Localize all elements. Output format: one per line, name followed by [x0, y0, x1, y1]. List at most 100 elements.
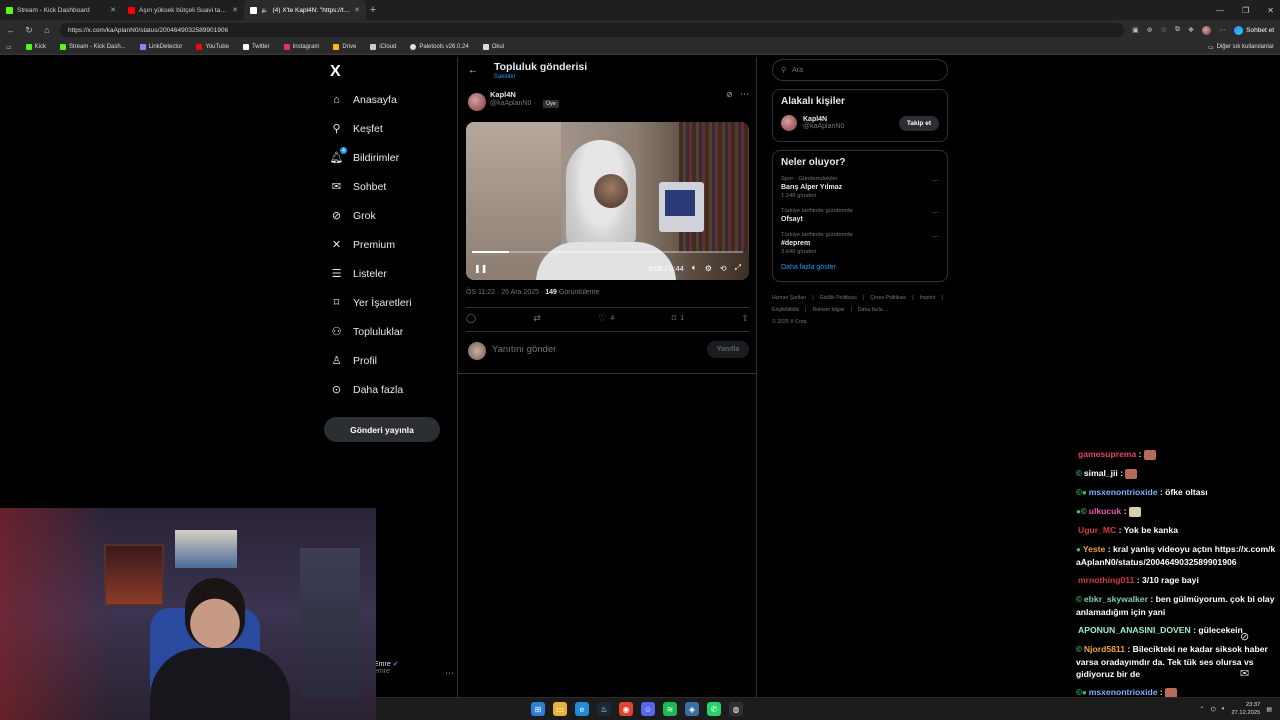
back-arrow-icon[interactable]: ←: [468, 65, 478, 76]
author-avatar[interactable]: [468, 93, 486, 111]
network-icon[interactable]: ⌬: [1210, 706, 1215, 713]
share-button[interactable]: ⇪: [741, 313, 749, 324]
volume-icon[interactable]: 🔈︎: [1222, 706, 1226, 713]
url-field[interactable]: https://x.com/kaAplanN0/status/200464903…: [60, 23, 1125, 37]
settings-icon[interactable]: ⚙: [705, 264, 712, 273]
trend-item[interactable]: Spor · Gündemdekiler Barış Alper Yılmaz …: [781, 176, 939, 199]
grok-icon[interactable]: ⊘: [1240, 630, 1249, 643]
minimize-icon[interactable]: —: [1216, 6, 1224, 15]
footer-link-ads[interactable]: Reklam bilgisi: [812, 304, 844, 316]
related-person[interactable]: Kapl4N @kaAplanN0 Takip et: [781, 115, 939, 131]
repost-button[interactable]: ⇄: [533, 313, 541, 324]
browser-tab-youtube[interactable]: Aşırı yüksek bütçeli Suavi taklidi - ✕: [122, 0, 244, 20]
bookmark-instagram[interactable]: Instagram: [283, 44, 319, 50]
bookmark-okul[interactable]: Okul: [482, 44, 504, 50]
more-icon[interactable]: ⋯: [931, 208, 939, 217]
new-tab-button[interactable]: +: [366, 4, 380, 16]
copilot-chat-button[interactable]: Sohbet et: [1234, 25, 1274, 35]
volume-icon[interactable]: 🔈︎: [692, 263, 697, 273]
whatsapp-icon[interactable]: ✆: [707, 702, 721, 716]
community-link[interactable]: Sakinler: [494, 74, 516, 80]
post-timestamp[interactable]: ÖS 11:22 · 26 Ara 2025 ·: [466, 289, 543, 296]
show-more-link[interactable]: Daha fazla göster: [781, 264, 939, 275]
nav-item-notifications[interactable]: 🔔︎ 4 Bildirimler: [330, 147, 399, 164]
x-logo[interactable]: X: [330, 63, 341, 81]
footer-link-privacy[interactable]: Gizlilik Politikası: [820, 292, 857, 304]
trend-item[interactable]: Türkiye tarihinde gündemde Ofsayt ⋯: [781, 208, 939, 223]
follow-button[interactable]: Takip et: [898, 115, 939, 131]
windows-start-icon[interactable]: ⊞: [531, 702, 545, 716]
footer-link-more[interactable]: Daha fazla ...: [858, 304, 889, 316]
spotify-icon[interactable]: ≋: [663, 702, 677, 716]
bookmark-youtube[interactable]: YouTube: [196, 44, 229, 50]
tray-chevron-icon[interactable]: ⌃: [1199, 706, 1204, 713]
chrome-icon[interactable]: ◉: [619, 702, 633, 716]
settings-more-icon[interactable]: ⋯: [1219, 26, 1226, 34]
footer-link-accessibility[interactable]: Erişilebilirlik: [772, 304, 799, 316]
bookmark-icloud[interactable]: iCloud: [370, 44, 396, 50]
like-button[interactable]: ♡ 4: [598, 313, 614, 324]
account-switcher[interactable]: Emre ✔ emre ⋯: [374, 660, 454, 678]
avatar[interactable]: [781, 115, 797, 131]
bookmark-linkdetector[interactable]: LinkDetector: [139, 44, 182, 50]
nav-item-messages[interactable]: ✉ Sohbet: [330, 180, 386, 194]
edge-browser-icon[interactable]: e: [575, 702, 589, 716]
video-player[interactable]: ❚❚ 0:06 / 0:44 🔈︎ ⚙ ⟲ ⤢: [466, 122, 749, 280]
other-bookmarks[interactable]: ▭ Diğer sık kullanılanlar: [1208, 44, 1274, 51]
message-icon[interactable]: ✉: [1240, 667, 1249, 680]
bookmark-kick-dashboard[interactable]: Stream - Kick Dash...: [60, 44, 126, 50]
nav-item-home[interactable]: ⌂ Anasayfa: [330, 93, 397, 106]
nav-item-grok[interactable]: ⊘ Grok: [330, 209, 376, 223]
more-icon[interactable]: ⋯: [931, 176, 939, 185]
browser-tab-x[interactable]: 🔈 (4) X'te Kapl4N: "https://t.co/i ✕: [244, 0, 366, 20]
reply-button[interactable]: ◯: [466, 313, 476, 324]
notification-icon[interactable]: ▤: [1266, 706, 1272, 713]
system-clock[interactable]: 23:37 27.12.2025: [1231, 701, 1260, 717]
nav-item-explore[interactable]: ⚲ Keşfet: [330, 122, 382, 136]
browser-tab-kick[interactable]: Stream - Kick Dashboard ✕: [0, 0, 122, 20]
reply-submit-button[interactable]: Yanıtla: [707, 341, 749, 358]
close-icon[interactable]: ✕: [232, 6, 238, 14]
pause-icon[interactable]: ❚❚: [474, 264, 487, 273]
more-icon[interactable]: ⋯: [740, 89, 749, 100]
footer-link-cookies[interactable]: Çerez Politikası: [870, 292, 906, 304]
nav-item-more[interactable]: ⊙ Daha fazla: [330, 383, 403, 397]
nav-item-premium[interactable]: ✕ Premium: [330, 238, 395, 252]
footer-link-imprint[interactable]: Imprint: [920, 292, 936, 304]
favorite-star-icon[interactable]: ☆: [1161, 26, 1167, 34]
more-icon[interactable]: ⋯: [931, 232, 939, 241]
discord-icon[interactable]: ☺: [641, 702, 655, 716]
collections-icon[interactable]: ❖: [1188, 26, 1194, 34]
bookmark-folder-icon[interactable]: ▭: [6, 44, 12, 51]
refresh-icon[interactable]: ↻: [24, 25, 34, 36]
close-window-icon[interactable]: ✕: [1267, 6, 1274, 15]
bookmark-drive[interactable]: Drive: [333, 44, 356, 50]
nav-item-profile[interactable]: ♙ Profil: [330, 354, 377, 368]
close-icon[interactable]: ✕: [354, 6, 360, 14]
maximize-icon[interactable]: ❐: [1242, 6, 1249, 15]
nav-item-lists[interactable]: ☰ Listeler: [330, 267, 387, 281]
author-handle[interactable]: @kaAplanN0 ·: [490, 100, 536, 107]
author-name[interactable]: Kapl4N: [490, 90, 516, 99]
profile-avatar[interactable]: [1202, 25, 1212, 35]
footer-link-terms[interactable]: Hizmet Şartları: [772, 292, 806, 304]
reader-icon[interactable]: ▣: [1132, 26, 1139, 34]
trend-item[interactable]: Türkiye tarihinde gündemde #deprem 3.646…: [781, 232, 939, 255]
grok-explain-icon[interactable]: ⊘: [726, 90, 733, 99]
bookmark-paletools[interactable]: Paletools v26.0.24: [410, 44, 469, 50]
bookmark-twitter[interactable]: Twitter: [242, 44, 270, 50]
related-name[interactable]: Kapl4N: [803, 116, 844, 123]
app-icon[interactable]: ◈: [685, 702, 699, 716]
nav-item-bookmarks[interactable]: ⌑ Yer İşaretleri: [330, 296, 412, 310]
post-button[interactable]: Gönderi yayınla: [324, 417, 440, 442]
zoom-icon[interactable]: ⊕: [1147, 26, 1153, 34]
video-progress-bar[interactable]: [472, 251, 743, 253]
back-icon[interactable]: ←: [6, 25, 16, 35]
loop-icon[interactable]: ⟲: [720, 264, 727, 273]
speaker-icon[interactable]: 🔈: [261, 7, 268, 14]
more-icon[interactable]: ⋯: [445, 668, 454, 679]
search-input[interactable]: ⚲ Ara: [772, 59, 948, 81]
bookmark-button[interactable]: ⌑ 1: [672, 313, 685, 324]
close-icon[interactable]: ✕: [110, 6, 116, 14]
home-icon[interactable]: ⌂: [42, 25, 52, 35]
